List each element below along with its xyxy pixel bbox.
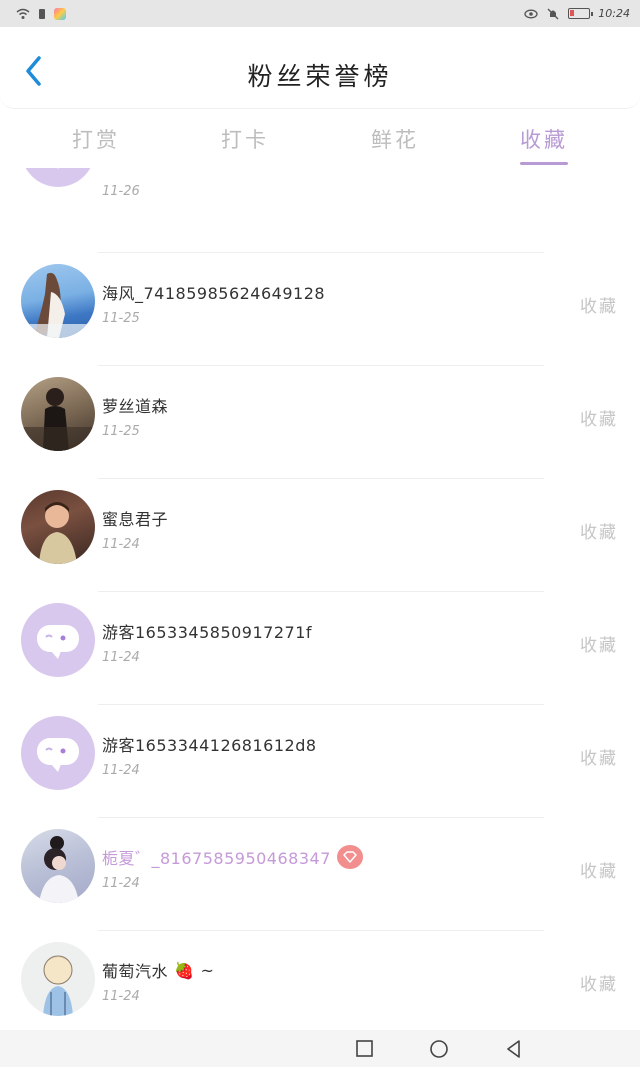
list-item-date: 11-24 [102, 537, 140, 552]
list-item-action: 收藏 [580, 297, 618, 317]
divider [98, 704, 544, 705]
status-bar: 10:24 [0, 0, 640, 27]
page-title: 粉丝荣誉榜 [247, 62, 393, 91]
list-item-name: 萝丝道森 [102, 397, 169, 416]
status-bar-left [16, 7, 66, 20]
avatar-photo [21, 388, 95, 451]
home-circle-icon[interactable] [428, 1038, 450, 1060]
avatar-photo [39, 502, 77, 564]
recents-square-icon[interactable] [354, 1038, 376, 1060]
list-item-name-suffix: ~ [200, 960, 215, 980]
list-item-date: 11-24 [102, 650, 140, 665]
tab-checkin[interactable]: 打卡 [195, 124, 295, 154]
diamond-icon [343, 851, 357, 863]
guest-avatar [21, 603, 95, 677]
list-item-action: 收藏 [580, 975, 618, 995]
tab-flowers[interactable]: 鲜花 [345, 124, 445, 154]
divider [98, 365, 544, 366]
list-item-date: 11-26 [102, 184, 140, 199]
list-item-date: 11-24 [102, 763, 140, 778]
list-item-name: 海风_7418598562464912​8 [102, 284, 326, 303]
eye-icon [524, 9, 538, 18]
divider [98, 591, 544, 592]
avatar [21, 377, 95, 451]
avatar [21, 264, 95, 338]
vip-badge-icon [336, 845, 363, 869]
avatar [21, 829, 95, 903]
header: 粉丝荣誉榜 [0, 27, 640, 109]
list-item-action: 收藏 [580, 523, 618, 543]
mute-bell-icon [547, 8, 559, 19]
list-item-name-text: 葡萄汽水 [102, 962, 169, 981]
tab-favorites[interactable]: 收藏 [494, 124, 594, 154]
guest-avatar [21, 716, 95, 790]
fan-list: 11-26 收藏 海风_7418598562464912​8 11-25 收藏 … [0, 168, 640, 1030]
chat-bubble-icon [57, 168, 59, 169]
avatar-cartoon [43, 955, 73, 1016]
list-item-action: 收藏 [580, 636, 618, 656]
list-item-action: 收藏 [580, 862, 618, 882]
list-item-name: 游客1653345850917271f [102, 623, 313, 642]
list-item-date: 11-24 [102, 989, 140, 1004]
divider [98, 252, 544, 253]
list-item-action: 收藏 [580, 749, 618, 769]
avatar [21, 490, 95, 564]
list-item-name: 葡萄汽水 🍓 ~ [102, 958, 214, 982]
list-item-date: 11-24 [102, 876, 140, 891]
list-item[interactable]: 海风_7418598562464912​8 11-25 收藏 [0, 252, 640, 365]
avatar [21, 942, 95, 1016]
back-triangle-icon[interactable] [503, 1038, 525, 1060]
list-item[interactable]: 游客1653344126816​12d8 11-24 收藏 [0, 704, 640, 817]
divider [98, 817, 544, 818]
list-item-action: 收藏 [580, 410, 618, 430]
list-item-date: 11-25 [102, 311, 140, 326]
divider [98, 930, 544, 931]
chat-bubble-icon [37, 738, 79, 772]
tab-reward[interactable]: 打赏 [46, 124, 146, 154]
list-item[interactable]: 萝丝道森 11-25 收藏 [0, 365, 640, 478]
sim-icon [39, 8, 45, 19]
status-time: 10:24 [598, 7, 630, 20]
list-item[interactable]: 葡萄汽水 🍓 ~ 11-24 收藏 [0, 930, 640, 1030]
list-item-name: 栀夏゛_8167585950468347 [102, 845, 363, 869]
wifi-icon [16, 8, 30, 19]
list-item-date: 11-25 [102, 424, 140, 439]
strawberry-icon: 🍓 [174, 960, 195, 980]
list-item[interactable]: 栀夏゛_8167585950468347 11-24 收藏 [0, 817, 640, 930]
avatar-photo [21, 272, 95, 338]
list-item-name-text: 栀夏゛_8167585950468347 [102, 849, 331, 868]
status-bar-right: 10:24 [524, 7, 630, 20]
battery-icon [568, 8, 594, 19]
chat-bubble-icon [37, 625, 79, 659]
list-item-name: 蜜息君子 [102, 510, 169, 529]
active-tab-indicator [520, 162, 568, 165]
tab-bar: 打赏 打卡 鲜花 收藏 [0, 118, 640, 168]
list-item[interactable]: 游客1653345850917271f 11-24 收藏 [0, 591, 640, 704]
guest-avatar [21, 168, 95, 187]
list-item-name: 游客1653344126816​12d8 [102, 736, 317, 755]
app-notification-icon [54, 7, 66, 20]
system-nav-bar [0, 1030, 640, 1067]
avatar-photo [39, 836, 79, 903]
list-item[interactable]: 11-26 收藏 [0, 168, 640, 224]
divider [98, 478, 544, 479]
list-item[interactable]: 蜜息君子 11-24 收藏 [0, 478, 640, 591]
